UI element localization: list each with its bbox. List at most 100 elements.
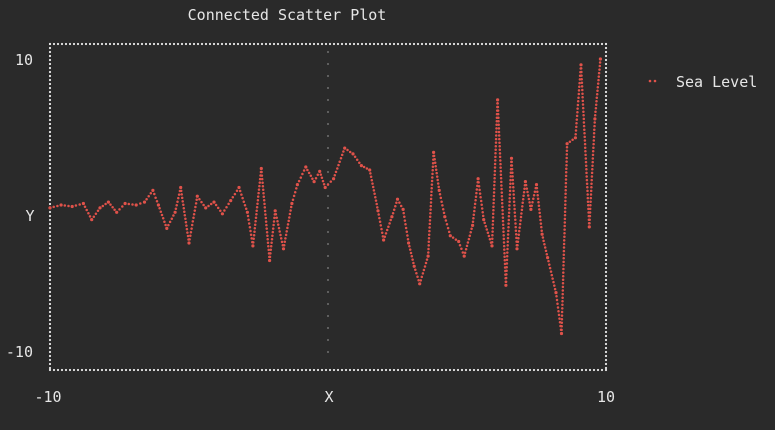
series-dot bbox=[562, 239, 566, 242]
series-dot bbox=[498, 141, 501, 144]
series-dot bbox=[596, 82, 600, 85]
series-dot bbox=[94, 212, 98, 216]
frame-dot bbox=[48, 58, 52, 62]
frame-dot bbox=[380, 368, 384, 372]
frame-dot bbox=[172, 42, 176, 46]
series-dot bbox=[574, 129, 578, 132]
frame-dot bbox=[572, 368, 576, 372]
frame-dot bbox=[196, 368, 200, 372]
frame-dot bbox=[384, 42, 388, 46]
frame-dot bbox=[48, 182, 52, 186]
frame-dot bbox=[176, 42, 180, 46]
frame-dot bbox=[536, 368, 540, 372]
series-dot bbox=[261, 188, 265, 191]
frame-dot bbox=[604, 282, 608, 286]
frame-dot bbox=[344, 368, 348, 372]
series-dot bbox=[189, 234, 192, 238]
series-dot bbox=[177, 193, 181, 196]
series-dot bbox=[263, 206, 267, 209]
frame-dot bbox=[256, 42, 260, 46]
frame-dot bbox=[156, 368, 160, 372]
frame-dot bbox=[604, 74, 608, 78]
series-dot bbox=[159, 210, 163, 213]
series-dot bbox=[491, 233, 494, 237]
zero-axis-dot bbox=[327, 243, 329, 245]
series-dot bbox=[494, 155, 497, 159]
frame-dot bbox=[604, 202, 608, 206]
series-dot bbox=[563, 210, 567, 213]
frame-dot bbox=[48, 210, 52, 214]
series-dot bbox=[184, 217, 187, 220]
frame-dot bbox=[48, 330, 52, 334]
frame-dot bbox=[116, 42, 120, 46]
series-dot bbox=[461, 251, 465, 254]
frame-dot bbox=[136, 42, 140, 46]
frame-dot bbox=[48, 46, 52, 50]
series-dot bbox=[588, 207, 592, 211]
series-dot bbox=[565, 167, 568, 170]
frame-dot bbox=[252, 368, 256, 372]
frame-dot bbox=[48, 222, 52, 226]
frame-dot bbox=[64, 368, 68, 372]
frame-dot bbox=[604, 86, 608, 90]
series-dot bbox=[481, 214, 485, 218]
zero-axis-dot bbox=[327, 111, 329, 113]
frame-dot bbox=[48, 186, 52, 190]
frame-dot bbox=[364, 42, 368, 46]
series-dot bbox=[507, 215, 511, 218]
series-dot bbox=[593, 121, 596, 124]
series-dot bbox=[161, 217, 165, 220]
frame-dot bbox=[552, 42, 556, 46]
frame-dot bbox=[204, 42, 208, 46]
series-dot bbox=[505, 269, 508, 273]
series-dot bbox=[428, 226, 431, 229]
series-dot bbox=[590, 171, 594, 175]
series-dot bbox=[561, 285, 565, 289]
frame-dot bbox=[524, 368, 528, 372]
data-point bbox=[534, 183, 539, 187]
series-dot bbox=[219, 209, 222, 213]
series-dot bbox=[248, 225, 252, 229]
series-dot bbox=[589, 189, 593, 193]
series-dot bbox=[398, 201, 401, 204]
series-dot bbox=[577, 89, 581, 92]
frame-dot bbox=[412, 368, 416, 372]
series-dot bbox=[524, 183, 528, 187]
series-dot bbox=[436, 182, 440, 185]
series-dot bbox=[414, 268, 417, 272]
series-dot bbox=[307, 171, 311, 175]
frame-dot bbox=[388, 368, 392, 372]
frame-dot bbox=[316, 368, 320, 372]
frame-dot bbox=[48, 346, 52, 350]
series-dot bbox=[513, 204, 516, 207]
frame-dot bbox=[48, 118, 52, 122]
frame-dot bbox=[604, 190, 608, 194]
frame-dot bbox=[532, 368, 536, 372]
frame-dot bbox=[544, 368, 548, 372]
frame-dot bbox=[356, 42, 360, 46]
frame-dot bbox=[352, 42, 356, 46]
frame-dot bbox=[604, 254, 608, 258]
frame-dot bbox=[564, 42, 568, 46]
frame-dot bbox=[532, 42, 536, 46]
series-dot bbox=[582, 114, 585, 117]
data-point bbox=[156, 203, 160, 207]
series-dot bbox=[52, 205, 55, 209]
frame-dot bbox=[48, 138, 52, 142]
data-point bbox=[281, 247, 286, 251]
frame-dot bbox=[276, 42, 280, 46]
zero-axis-dot bbox=[327, 207, 329, 209]
frame-dot bbox=[288, 42, 292, 46]
series-dot bbox=[583, 132, 586, 135]
frame-dot bbox=[604, 214, 608, 218]
series-dot bbox=[379, 224, 383, 227]
series-dot bbox=[500, 191, 504, 194]
series-dot bbox=[428, 215, 432, 219]
frame-dot bbox=[272, 368, 276, 372]
series-dot bbox=[514, 229, 518, 232]
zero-axis-dot bbox=[327, 147, 329, 149]
frame-dot bbox=[520, 42, 524, 46]
frame-dot bbox=[604, 258, 608, 262]
data-point bbox=[351, 152, 355, 156]
frame-dot bbox=[128, 368, 132, 372]
